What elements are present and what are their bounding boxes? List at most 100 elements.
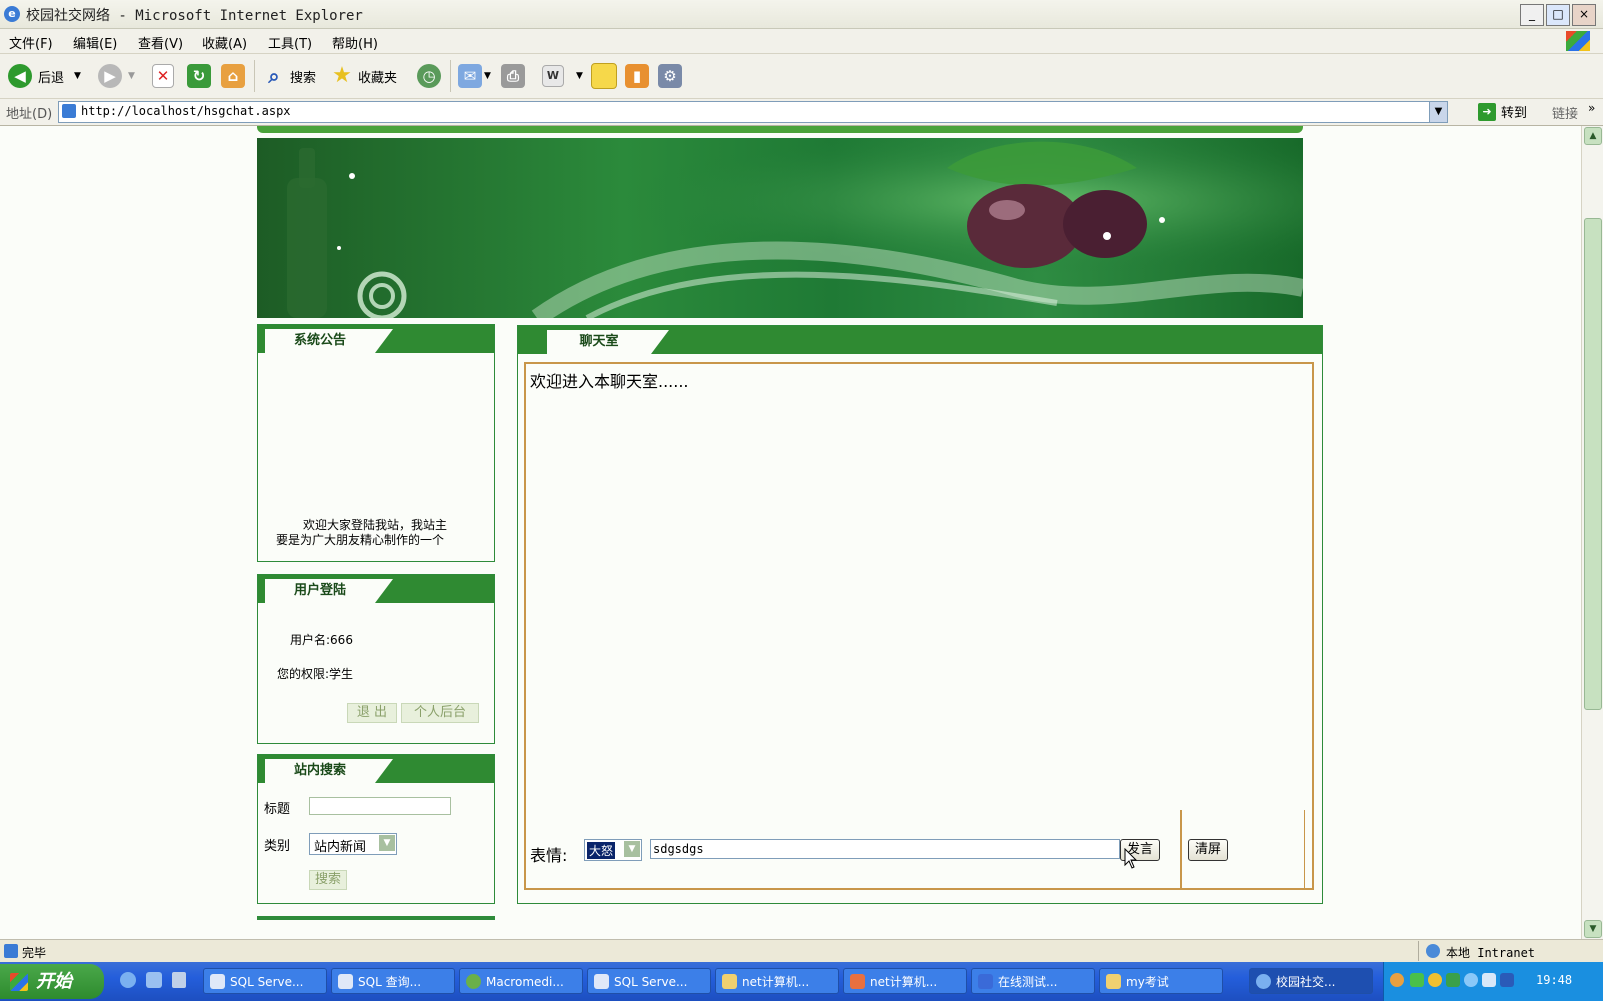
scroll-thumb[interactable] bbox=[1584, 218, 1602, 710]
refresh-button[interactable]: ↻ bbox=[187, 62, 211, 90]
task-online-test[interactable]: 在线测试... bbox=[971, 968, 1095, 994]
message-input[interactable] bbox=[650, 839, 1120, 859]
toolbar: ◀ 后退 ▼ ▶ ▼ ✕ ↻ ⌂ ⌕ 搜索 ★ 收藏夹 ◷ ✉ ▼ ⎙ W ▼ … bbox=[0, 54, 1603, 99]
research-button[interactable]: ▮ bbox=[625, 62, 649, 90]
tray-shield-icon[interactable] bbox=[1446, 973, 1460, 987]
history-button[interactable]: ◷ bbox=[417, 62, 441, 90]
toolbar-separator bbox=[254, 60, 255, 92]
page-icon bbox=[62, 104, 76, 118]
task-campus-social[interactable]: 校园社交... bbox=[1249, 968, 1373, 994]
task-net-computer-2[interactable]: net计算机... bbox=[843, 968, 967, 994]
login-title: 用户登陆 bbox=[265, 579, 393, 603]
login-panel: 用户登陆 用户名:666 您的权限:学生 退 出 个人后台 bbox=[257, 574, 495, 744]
links-label[interactable]: 链接 bbox=[1552, 103, 1578, 122]
announcement-panel: 系统公告 欢迎大家登陆我站，我站主 要是为广大朋友精心制作的一个 bbox=[257, 324, 495, 562]
mouse-cursor-icon bbox=[1124, 848, 1138, 869]
username-text: 用户名:666 bbox=[290, 633, 353, 647]
scroll-up-icon[interactable]: ▲ bbox=[1584, 127, 1602, 145]
status-text: 完毕 bbox=[22, 946, 47, 960]
task-net-computer-1[interactable]: net计算机... bbox=[715, 968, 839, 994]
clear-button[interactable]: 清屏 bbox=[1188, 839, 1228, 861]
forward-dropdown-icon[interactable]: ▼ bbox=[128, 71, 135, 81]
stop-button[interactable]: ✕ bbox=[152, 62, 174, 90]
chat-message-area[interactable]: 欢迎进入本聊天室...... bbox=[524, 362, 1314, 812]
favorites-label: 收藏夹 bbox=[358, 70, 398, 86]
chat-welcome-text: 欢迎进入本聊天室...... bbox=[530, 372, 689, 391]
search-title-input[interactable] bbox=[309, 797, 451, 815]
address-bar: 地址(D) http://localhost/hsgchat.aspx ▼ ➜ … bbox=[0, 99, 1603, 126]
menu-view[interactable]: 查看(V) bbox=[138, 33, 183, 52]
ie-quicklaunch-icon[interactable] bbox=[120, 972, 136, 988]
explorer-quicklaunch-icon[interactable] bbox=[146, 972, 162, 988]
discuss-button[interactable] bbox=[591, 62, 617, 90]
mail-dropdown-icon[interactable]: ▼ bbox=[484, 71, 491, 81]
role-text: 您的权限:学生 bbox=[277, 667, 354, 681]
menu-file[interactable]: 文件(F) bbox=[9, 33, 53, 52]
search-button[interactable]: ⌕ 搜索 bbox=[262, 62, 316, 90]
task-macromedia[interactable]: Macromedi... bbox=[459, 968, 583, 994]
chat-input-area: 表情: 大怒 ▼ 发言 清屏 bbox=[524, 810, 1314, 890]
search-label: 搜索 bbox=[290, 70, 317, 86]
mail-button[interactable]: ✉ ▼ bbox=[458, 62, 491, 90]
windows-logo-icon bbox=[10, 973, 28, 991]
address-dropdown-icon[interactable]: ▼ bbox=[1429, 102, 1447, 122]
menu-favorites[interactable]: 收藏(A) bbox=[202, 33, 247, 52]
go-button[interactable]: ➜ 转到 bbox=[1478, 102, 1527, 121]
emotion-select[interactable]: 大怒 ▼ bbox=[584, 839, 642, 861]
menu-help[interactable]: 帮助(H) bbox=[332, 33, 378, 52]
scroll-down-icon[interactable]: ▼ bbox=[1584, 920, 1602, 938]
tray-qq-icon[interactable] bbox=[1428, 973, 1442, 987]
address-input[interactable]: http://localhost/hsgchat.aspx ▼ bbox=[58, 101, 1448, 123]
tray-volume-icon[interactable] bbox=[1482, 973, 1496, 987]
task-my-exam[interactable]: my考试 bbox=[1099, 968, 1223, 994]
star-icon: ★ bbox=[332, 63, 352, 88]
site-banner bbox=[257, 138, 1303, 318]
clock-text: 19:48 bbox=[1536, 973, 1573, 987]
menu-tools[interactable]: 工具(T) bbox=[268, 33, 312, 52]
forward-button[interactable]: ▶ ▼ bbox=[98, 62, 135, 90]
home-button[interactable]: ⌂ bbox=[221, 62, 245, 90]
task-sql-server-2[interactable]: SQL Serve... bbox=[587, 968, 711, 994]
category-select[interactable]: 站内新闻 ▼ bbox=[309, 833, 397, 855]
next-panel-top bbox=[257, 916, 495, 920]
logout-button[interactable]: 退 出 bbox=[347, 703, 397, 723]
tray-monitor-icon[interactable] bbox=[1500, 973, 1514, 987]
folder-icon bbox=[722, 974, 737, 989]
chevron-right-icon[interactable]: » bbox=[1588, 101, 1595, 115]
vertical-scrollbar[interactable]: ▲ ▼ bbox=[1581, 126, 1603, 939]
print-button[interactable]: ⎙ bbox=[501, 62, 525, 90]
emotion-label: 表情: bbox=[530, 846, 568, 865]
window-titlebar[interactable]: e 校园社交网络 - Microsoft Internet Explorer _… bbox=[0, 0, 1603, 29]
page-done-icon bbox=[4, 944, 18, 958]
back-dropdown-icon[interactable]: ▼ bbox=[74, 71, 81, 81]
word-icon bbox=[978, 974, 993, 989]
chevron-down-icon: ▼ bbox=[624, 841, 640, 857]
tray-network-icon[interactable] bbox=[1410, 973, 1424, 987]
toolbar-separator bbox=[450, 60, 451, 92]
tray-msn-icon[interactable] bbox=[1464, 973, 1478, 987]
backend-button[interactable]: 个人后台 bbox=[401, 703, 479, 723]
back-label: 后退 bbox=[38, 70, 65, 86]
status-bar: 完毕 本地 Intranet bbox=[0, 939, 1603, 962]
note-icon bbox=[591, 63, 617, 89]
page-viewport: 系统公告 欢迎大家登陆我站，我站主 要是为广大朋友精心制作的一个 用户登陆 用户… bbox=[0, 126, 1581, 939]
visual-studio-icon bbox=[850, 974, 865, 989]
minimize-button[interactable]: _ bbox=[1520, 4, 1544, 26]
media-quicklaunch-icon[interactable] bbox=[172, 972, 186, 988]
edit-button[interactable]: W ▼ bbox=[542, 62, 583, 90]
messenger-button[interactable]: ⚙ bbox=[658, 62, 682, 90]
task-sql-server-1[interactable]: SQL Serve... bbox=[203, 968, 327, 994]
back-button[interactable]: ◀ 后退 ▼ bbox=[8, 62, 81, 90]
menu-edit[interactable]: 编辑(E) bbox=[73, 33, 117, 52]
search-submit-button[interactable]: 搜索 bbox=[309, 870, 347, 890]
system-tray: 19:48 bbox=[1383, 962, 1603, 1001]
tray-expand-icon[interactable] bbox=[1390, 973, 1404, 987]
favorites-button[interactable]: ★ 收藏夹 bbox=[330, 62, 397, 90]
close-button[interactable]: × bbox=[1572, 4, 1596, 26]
task-sql-query[interactable]: SQL 查询... bbox=[331, 968, 455, 994]
window-title: 校园社交网络 - Microsoft Internet Explorer bbox=[26, 8, 363, 24]
start-button[interactable]: 开始 bbox=[0, 964, 104, 999]
banner-art bbox=[257, 138, 1303, 318]
edit-dropdown-icon[interactable]: ▼ bbox=[576, 71, 583, 81]
maximize-button[interactable]: □ bbox=[1546, 4, 1570, 26]
